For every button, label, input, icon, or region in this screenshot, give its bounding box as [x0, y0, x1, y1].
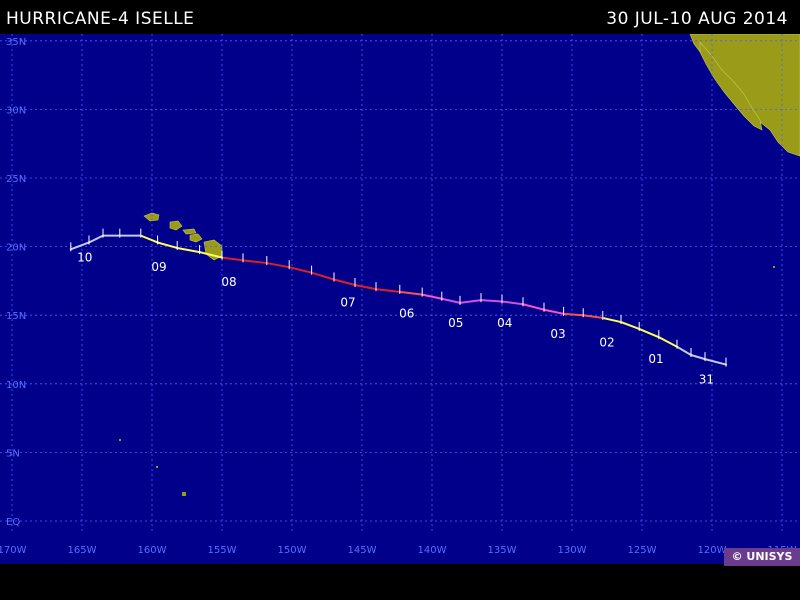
- latitude-label: 10N: [6, 380, 26, 391]
- day-label: 09: [151, 260, 166, 274]
- latitude-label: 15N: [6, 311, 26, 322]
- longitude-label: 165W: [68, 545, 97, 556]
- day-label: 02: [599, 335, 614, 349]
- longitude-label: 170W: [0, 545, 27, 556]
- latitude-label: 35N: [6, 37, 26, 48]
- day-label: 03: [550, 327, 565, 341]
- latitude-label: 30N: [6, 105, 26, 116]
- longitude-label: 130W: [558, 545, 587, 556]
- day-label: 10: [77, 250, 92, 264]
- day-label: 01: [648, 352, 663, 366]
- day-label: 05: [448, 316, 463, 330]
- date-range: 30 JUL-10 AUG 2014: [606, 9, 788, 29]
- islet: [773, 266, 775, 268]
- islet: [182, 492, 186, 496]
- ocean-background: [0, 34, 800, 564]
- map-area[interactable]: 170W 165W 160W 155W 150W 145W 140W 135W 130W 125W…: [0, 34, 800, 564]
- latitude-label: 25N: [6, 174, 26, 185]
- footer-bar: [0, 564, 800, 600]
- day-label: 08: [221, 275, 236, 289]
- day-label: 07: [340, 296, 355, 310]
- longitude-label: 155W: [208, 545, 237, 556]
- map-title: HURRICANE-4 ISELLE: [6, 9, 195, 29]
- longitude-label: 145W: [348, 545, 377, 556]
- latitude-label: EQ: [6, 517, 20, 528]
- latitude-label: 20N: [6, 243, 26, 254]
- longitude-label: 135W: [488, 545, 517, 556]
- longitude-label: 120W: [698, 545, 727, 556]
- track-map[interactable]: 170W 165W 160W 155W 150W 145W 140W 135W 130W 125W…: [0, 34, 800, 564]
- islet: [156, 466, 158, 468]
- header-bar: HURRICANE-4 ISELLE 30 JUL-10 AUG 2014: [0, 0, 800, 34]
- track-segment: [480, 299, 503, 303]
- longitude-label: 140W: [418, 545, 447, 556]
- day-label: 04: [497, 316, 512, 330]
- latitude-label: 5N: [6, 448, 20, 459]
- track-segment: [562, 312, 585, 317]
- longitude-label: 125W: [628, 545, 657, 556]
- day-label: 06: [399, 307, 414, 321]
- copyright-badge[interactable]: © UNISYS: [724, 548, 800, 566]
- longitude-label: 160W: [138, 545, 167, 556]
- islet: [119, 439, 121, 441]
- longitude-label: 150W: [278, 545, 307, 556]
- day-label: 31: [699, 372, 714, 386]
